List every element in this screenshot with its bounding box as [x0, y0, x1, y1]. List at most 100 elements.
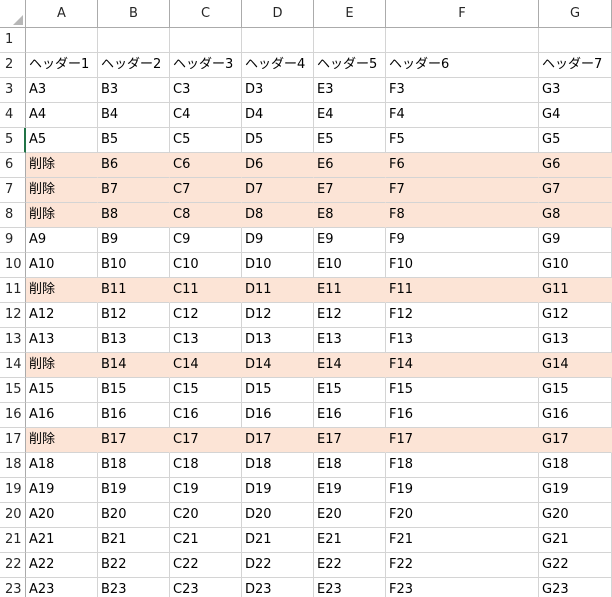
cell-a23[interactable]: A23: [26, 578, 98, 597]
cell-a4[interactable]: A4: [26, 103, 98, 128]
cell-c5[interactable]: C5: [170, 128, 242, 153]
cell-g5[interactable]: G5: [539, 128, 612, 153]
cell-a3[interactable]: A3: [26, 78, 98, 103]
cell-f9[interactable]: F9: [386, 228, 539, 253]
cell-g10[interactable]: G10: [539, 253, 612, 278]
cell-c22[interactable]: C22: [170, 553, 242, 578]
cell-f3[interactable]: F3: [386, 78, 539, 103]
cell-d23[interactable]: D23: [242, 578, 314, 597]
column-header-f[interactable]: F: [386, 0, 539, 28]
row-header-14[interactable]: 14: [0, 353, 26, 378]
cell-d10[interactable]: D10: [242, 253, 314, 278]
column-header-g[interactable]: G: [539, 0, 612, 28]
cell-c16[interactable]: C16: [170, 403, 242, 428]
column-header-c[interactable]: C: [170, 0, 242, 28]
row-header-15[interactable]: 15: [0, 378, 26, 403]
cell-f14[interactable]: F14: [386, 353, 539, 378]
cell-g2[interactable]: ヘッダー7: [539, 53, 612, 78]
cell-b5[interactable]: B5: [98, 128, 170, 153]
cell-c13[interactable]: C13: [170, 328, 242, 353]
cell-b13[interactable]: B13: [98, 328, 170, 353]
cell-b12[interactable]: B12: [98, 303, 170, 328]
cell-b19[interactable]: B19: [98, 478, 170, 503]
cell-f4[interactable]: F4: [386, 103, 539, 128]
cell-f12[interactable]: F12: [386, 303, 539, 328]
cell-a21[interactable]: A21: [26, 528, 98, 553]
row-header-23[interactable]: 23: [0, 578, 26, 597]
cell-a11[interactable]: 削除: [26, 278, 98, 303]
cell-d4[interactable]: D4: [242, 103, 314, 128]
cell-d16[interactable]: D16: [242, 403, 314, 428]
cell-d11[interactable]: D11: [242, 278, 314, 303]
cell-f6[interactable]: F6: [386, 153, 539, 178]
cell-f19[interactable]: F19: [386, 478, 539, 503]
cell-e15[interactable]: E15: [314, 378, 386, 403]
cell-f13[interactable]: F13: [386, 328, 539, 353]
cell-f23[interactable]: F23: [386, 578, 539, 597]
cell-d1[interactable]: [242, 28, 314, 53]
cell-a19[interactable]: A19: [26, 478, 98, 503]
cell-f2[interactable]: ヘッダー6: [386, 53, 539, 78]
cell-f15[interactable]: F15: [386, 378, 539, 403]
cell-g6[interactable]: G6: [539, 153, 612, 178]
column-header-b[interactable]: B: [98, 0, 170, 28]
cell-a18[interactable]: A18: [26, 453, 98, 478]
cell-a22[interactable]: A22: [26, 553, 98, 578]
cell-b4[interactable]: B4: [98, 103, 170, 128]
cell-c11[interactable]: C11: [170, 278, 242, 303]
cell-g12[interactable]: G12: [539, 303, 612, 328]
cell-d2[interactable]: ヘッダー4: [242, 53, 314, 78]
cell-e19[interactable]: E19: [314, 478, 386, 503]
cell-e8[interactable]: E8: [314, 203, 386, 228]
cell-b3[interactable]: B3: [98, 78, 170, 103]
cell-d13[interactable]: D13: [242, 328, 314, 353]
cell-a1[interactable]: [26, 28, 98, 53]
cell-c9[interactable]: C9: [170, 228, 242, 253]
cell-f10[interactable]: F10: [386, 253, 539, 278]
cell-g14[interactable]: G14: [539, 353, 612, 378]
cell-b1[interactable]: [98, 28, 170, 53]
cell-a15[interactable]: A15: [26, 378, 98, 403]
cell-b17[interactable]: B17: [98, 428, 170, 453]
cell-g7[interactable]: G7: [539, 178, 612, 203]
cell-c10[interactable]: C10: [170, 253, 242, 278]
cell-f16[interactable]: F16: [386, 403, 539, 428]
cell-c12[interactable]: C12: [170, 303, 242, 328]
cell-g15[interactable]: G15: [539, 378, 612, 403]
cell-f11[interactable]: F11: [386, 278, 539, 303]
cell-c20[interactable]: C20: [170, 503, 242, 528]
cell-a6[interactable]: 削除: [26, 153, 98, 178]
row-header-12[interactable]: 12: [0, 303, 26, 328]
cell-d19[interactable]: D19: [242, 478, 314, 503]
cell-g1[interactable]: [539, 28, 612, 53]
cell-d15[interactable]: D15: [242, 378, 314, 403]
cell-f20[interactable]: F20: [386, 503, 539, 528]
cell-f22[interactable]: F22: [386, 553, 539, 578]
cell-f5[interactable]: F5: [386, 128, 539, 153]
row-header-17[interactable]: 17: [0, 428, 26, 453]
cell-e1[interactable]: [314, 28, 386, 53]
cell-b11[interactable]: B11: [98, 278, 170, 303]
cell-b21[interactable]: B21: [98, 528, 170, 553]
cell-g3[interactable]: G3: [539, 78, 612, 103]
cell-c8[interactable]: C8: [170, 203, 242, 228]
cell-d21[interactable]: D21: [242, 528, 314, 553]
column-header-d[interactable]: D: [242, 0, 314, 28]
cell-e2[interactable]: ヘッダー5: [314, 53, 386, 78]
cell-a17[interactable]: 削除: [26, 428, 98, 453]
row-header-20[interactable]: 20: [0, 503, 26, 528]
row-header-21[interactable]: 21: [0, 528, 26, 553]
cell-b16[interactable]: B16: [98, 403, 170, 428]
cell-g11[interactable]: G11: [539, 278, 612, 303]
column-header-a[interactable]: A: [26, 0, 98, 28]
cell-d20[interactable]: D20: [242, 503, 314, 528]
cell-c18[interactable]: C18: [170, 453, 242, 478]
cell-e3[interactable]: E3: [314, 78, 386, 103]
row-header-7[interactable]: 7: [0, 178, 26, 203]
row-header-8[interactable]: 8: [0, 203, 26, 228]
cell-e9[interactable]: E9: [314, 228, 386, 253]
cell-b9[interactable]: B9: [98, 228, 170, 253]
cell-g21[interactable]: G21: [539, 528, 612, 553]
cell-g16[interactable]: G16: [539, 403, 612, 428]
row-header-16[interactable]: 16: [0, 403, 26, 428]
